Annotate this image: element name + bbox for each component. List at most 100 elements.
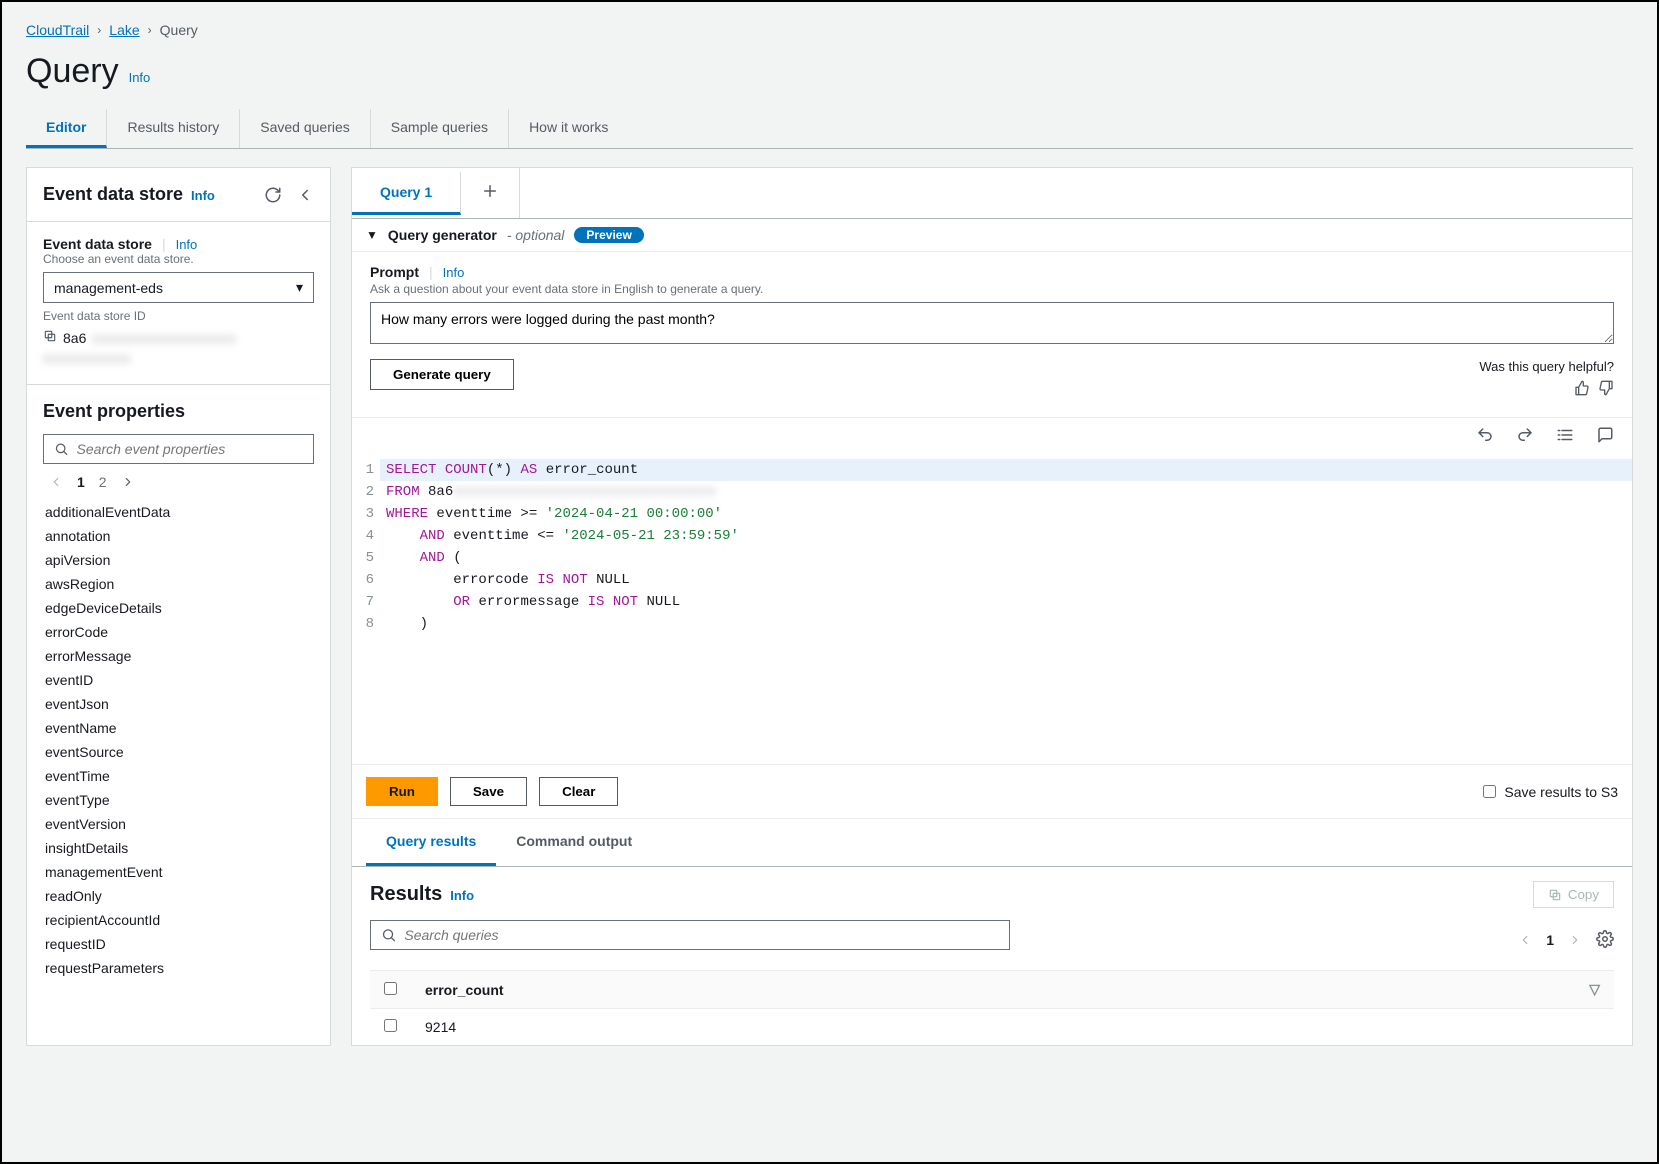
prop-item[interactable]: requestParameters (43, 956, 314, 980)
eds-id-label: Event data store ID (43, 309, 314, 323)
eds-field-info[interactable]: Info (176, 237, 198, 252)
preview-badge: Preview (574, 227, 643, 243)
prop-item[interactable]: eventVersion (43, 812, 314, 836)
redo-icon[interactable] (1516, 426, 1534, 447)
main-tabs: Editor Results history Saved queries Sam… (26, 109, 1633, 149)
prompt-input[interactable] (370, 302, 1614, 344)
prop-item[interactable]: eventSource (43, 740, 314, 764)
results-search-input[interactable] (404, 927, 999, 943)
eds-id-redacted-2: xxxxxxxxxxx (43, 350, 314, 366)
page-info-link[interactable]: Info (129, 70, 151, 85)
crumb-lake[interactable]: Lake (109, 22, 139, 38)
prop-item[interactable]: requestID (43, 932, 314, 956)
results-page: 1 (1546, 932, 1554, 948)
tab-how-it-works[interactable]: How it works (509, 109, 628, 148)
tab-editor[interactable]: Editor (26, 109, 107, 148)
prop-item[interactable]: managementEvent (43, 860, 314, 884)
query-generator-title: Query generator (388, 227, 497, 243)
prop-item[interactable]: additionalEventData (43, 500, 314, 524)
event-props-search-input[interactable] (77, 441, 303, 457)
copy-icon[interactable] (43, 329, 57, 346)
crumb-cloudtrail[interactable]: CloudTrail (26, 22, 89, 38)
prompt-label: Prompt (370, 264, 419, 280)
props-page-1[interactable]: 1 (77, 474, 85, 490)
prompt-hint: Ask a question about your event data sto… (370, 282, 1614, 296)
results-info-link[interactable]: Info (450, 888, 474, 903)
eds-id-redacted: xxxxxxxxxxxxxxxxxx (92, 330, 236, 346)
save-to-s3-input[interactable] (1483, 785, 1496, 798)
eds-panel-title: Event data store (43, 184, 183, 205)
comment-icon[interactable] (1596, 426, 1614, 447)
results-table: error_count ▽ 9214 (370, 970, 1614, 1045)
tab-saved-queries[interactable]: Saved queries (240, 109, 371, 148)
prop-item[interactable]: apiVersion (43, 548, 314, 572)
results-search[interactable] (370, 920, 1010, 950)
sort-icon[interactable]: ▽ (1589, 981, 1600, 998)
eds-field-sub: Choose an event data store. (43, 252, 314, 266)
save-button[interactable]: Save (450, 777, 527, 806)
prop-item[interactable]: edgeDeviceDetails (43, 596, 314, 620)
plus-icon (481, 182, 499, 200)
caret-down-icon: ▾ (296, 279, 303, 296)
prop-item[interactable]: errorMessage (43, 644, 314, 668)
props-page-2[interactable]: 2 (99, 474, 107, 490)
prop-item[interactable]: readOnly (43, 884, 314, 908)
clear-button[interactable]: Clear (539, 777, 618, 806)
row-checkbox[interactable] (384, 1019, 397, 1032)
run-button[interactable]: Run (366, 777, 438, 806)
line-gutter: 12345678 (352, 455, 380, 764)
copy-icon (1548, 888, 1562, 902)
results-prev-icon[interactable] (1518, 933, 1532, 947)
select-all-checkbox[interactable] (384, 982, 397, 995)
results-next-icon[interactable] (1568, 933, 1582, 947)
prop-item[interactable]: eventID (43, 668, 314, 692)
prop-item[interactable]: eventType (43, 788, 314, 812)
results-title: Results (370, 883, 442, 906)
eds-id-value: 8a6 (63, 330, 86, 346)
add-query-tab[interactable] (461, 168, 520, 218)
tab-sample-queries[interactable]: Sample queries (371, 109, 509, 148)
prop-item[interactable]: annotation (43, 524, 314, 548)
tab-query-results[interactable]: Query results (366, 819, 496, 866)
format-icon[interactable] (1556, 426, 1574, 447)
collapse-icon[interactable] (296, 186, 314, 204)
prop-item[interactable]: insightDetails (43, 836, 314, 860)
eds-field-label: Event data store (43, 236, 152, 252)
thumbs-down-icon[interactable] (1598, 380, 1614, 399)
generate-query-button[interactable]: Generate query (370, 359, 514, 390)
prop-item[interactable]: awsRegion (43, 572, 314, 596)
eds-info-link[interactable]: Info (191, 188, 215, 203)
copy-button[interactable]: Copy (1533, 881, 1614, 908)
prop-item[interactable]: eventJson (43, 692, 314, 716)
crumb-query: Query (160, 22, 198, 38)
props-next-icon[interactable] (121, 475, 135, 489)
save-to-s3-checkbox[interactable]: Save results to S3 (1483, 784, 1618, 800)
event-props-list: additionalEventData annotation apiVersio… (43, 500, 314, 980)
tab-results-history[interactable]: Results history (107, 109, 240, 148)
table-row[interactable]: 9214 (370, 1009, 1614, 1046)
breadcrumb: CloudTrail › Lake › Query (26, 22, 1633, 38)
eds-select-value: management-eds (54, 280, 163, 296)
results-col-header[interactable]: error_count (425, 982, 504, 998)
query-tab-1[interactable]: Query 1 (352, 172, 461, 215)
refresh-icon[interactable] (264, 186, 282, 204)
prompt-info-link[interactable]: Info (443, 265, 465, 280)
result-cell: 9214 (411, 1009, 1614, 1046)
prop-item[interactable]: eventTime (43, 764, 314, 788)
thumbs-up-icon[interactable] (1574, 380, 1590, 399)
settings-icon[interactable] (1596, 930, 1614, 951)
event-props-search[interactable] (43, 434, 314, 464)
prop-item[interactable]: eventName (43, 716, 314, 740)
tab-command-output[interactable]: Command output (496, 819, 652, 866)
caret-down-icon: ▼ (366, 228, 378, 242)
prop-item[interactable]: recipientAccountId (43, 908, 314, 932)
query-generator-header[interactable]: ▼ Query generator - optional Preview (352, 219, 1632, 252)
helpful-label: Was this query helpful? (1479, 359, 1614, 374)
chevron-right-icon: › (148, 23, 152, 37)
props-prev-icon[interactable] (49, 475, 63, 489)
eds-select[interactable]: management-eds ▾ (43, 272, 314, 303)
event-props-title: Event properties (43, 401, 314, 422)
undo-icon[interactable] (1476, 426, 1494, 447)
prop-item[interactable]: errorCode (43, 620, 314, 644)
sql-editor[interactable]: 12345678 SELECT COUNT(*) AS error_count … (352, 455, 1632, 765)
